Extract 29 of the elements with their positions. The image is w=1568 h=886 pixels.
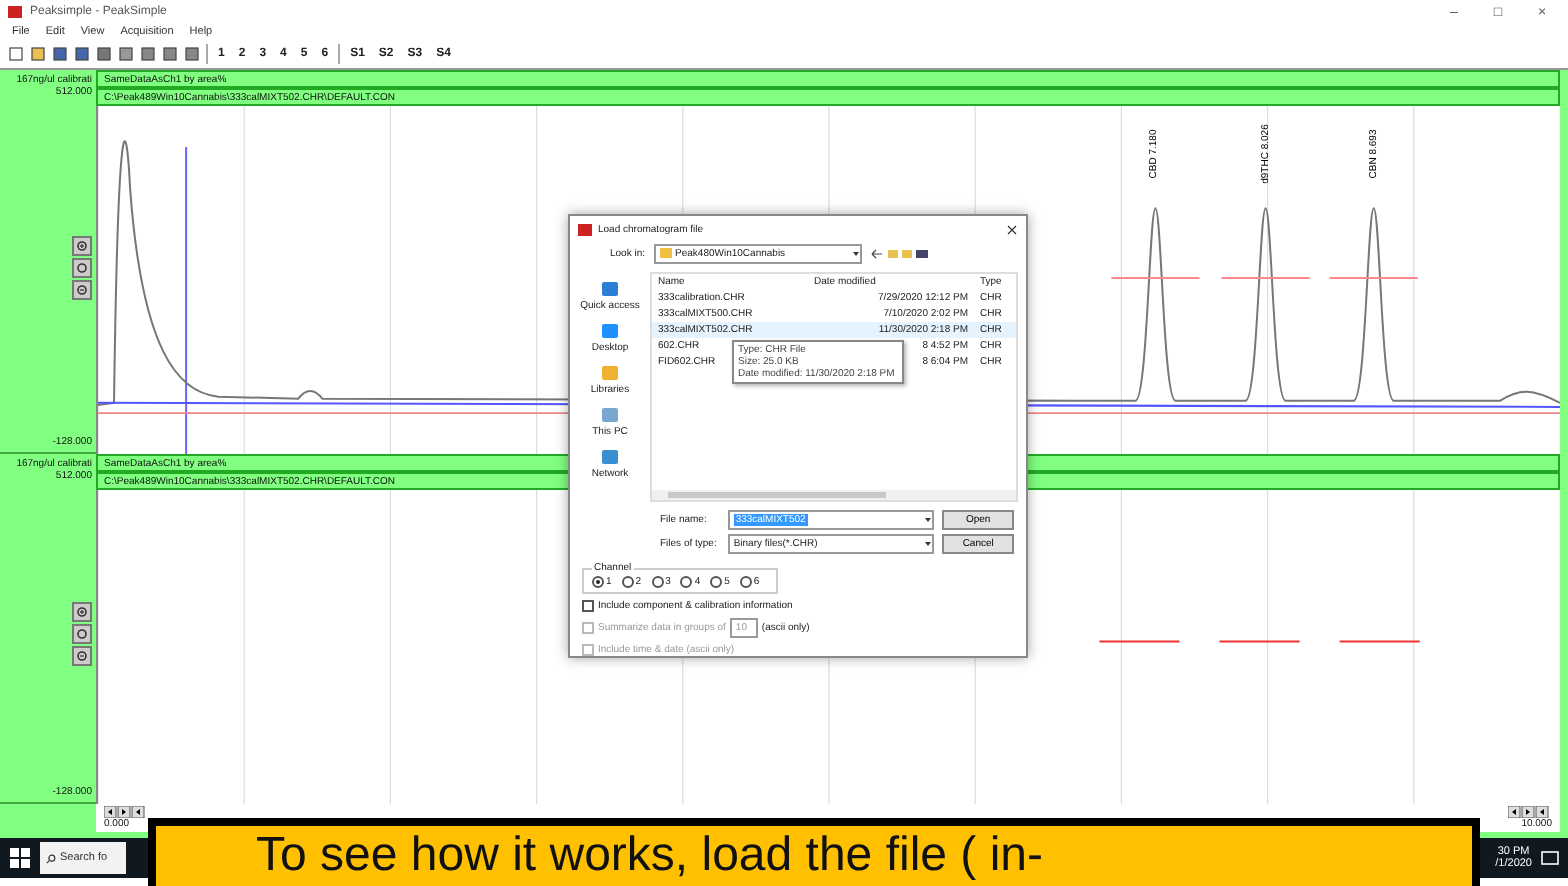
zoom-out-icon[interactable] (72, 279, 92, 299)
app-icon (8, 6, 22, 18)
app-icon (578, 223, 592, 236)
zoom-in-icon[interactable] (72, 235, 92, 255)
checkbox[interactable] (582, 600, 594, 612)
folder-icon (600, 363, 620, 382)
dropdown-arrow-icon[interactable] (924, 540, 933, 548)
radio-button[interactable] (592, 576, 604, 588)
zoom-out-icon[interactable] (72, 646, 92, 666)
folder-icon (659, 248, 672, 259)
horizontal-scrollbar[interactable] (652, 490, 1016, 500)
radio-button[interactable] (651, 576, 664, 588)
notification-icon[interactable] (1540, 848, 1560, 868)
reset-zoom-icon[interactable] (72, 257, 92, 277)
radio-button[interactable] (621, 576, 634, 588)
caption-banner: To see how it works, load the file ( in- (148, 818, 1480, 886)
scroll-arrows-icon[interactable] (1508, 806, 1552, 818)
start-icon[interactable] (8, 846, 32, 870)
scroll-arrows-icon[interactable] (104, 806, 148, 818)
radio-button[interactable] (739, 576, 752, 588)
dropdown-arrow-icon[interactable] (924, 516, 933, 524)
search-icon (46, 853, 56, 863)
radio-button[interactable] (710, 576, 723, 588)
reset-zoom-icon[interactable] (72, 624, 92, 644)
dropdown-arrow-icon[interactable] (851, 249, 860, 258)
close-icon[interactable] (1006, 223, 1018, 236)
navigation-icons[interactable] (869, 247, 930, 260)
zoom-in-icon[interactable] (72, 602, 92, 622)
radio-button[interactable] (680, 576, 693, 588)
